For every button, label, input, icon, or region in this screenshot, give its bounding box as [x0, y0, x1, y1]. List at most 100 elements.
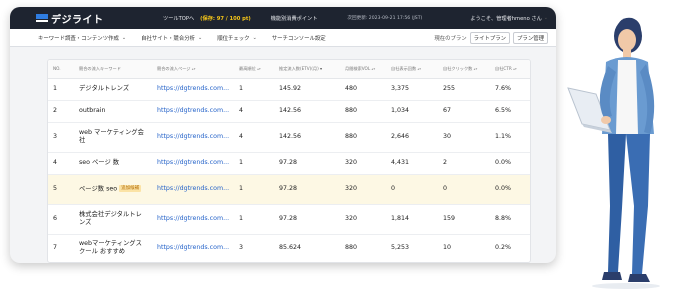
cell-ctr: 6.5%	[490, 100, 530, 123]
cell-page-link[interactable]: https://dgtrends.com...	[152, 78, 234, 101]
cell-clicks: 67	[438, 100, 490, 123]
cell-rank: 3	[234, 234, 274, 262]
cell-impressions: 0	[386, 174, 438, 205]
cell-no: 5	[48, 174, 74, 205]
menu-keyword-research[interactable]: キーワード調査・コンテンツ作成 ⌄	[38, 34, 126, 42]
app-window: デジライト ツールTOPへ (保存: 97 / 100 pt) 機能別消費ポイン…	[10, 7, 556, 263]
cell-clicks: 255	[438, 78, 490, 101]
column-header[interactable]: 競合の流入ページ ▴▾	[152, 60, 234, 79]
sort-icon[interactable]: ▴▾	[474, 67, 478, 71]
cell-clicks: 159	[438, 204, 490, 235]
cell-ctr: 7.6%	[490, 78, 530, 101]
menu-rank-check[interactable]: 順位チェック ⌄	[217, 34, 257, 42]
column-header[interactable]: 自社CTR ▴▾	[490, 60, 530, 79]
sort-icon[interactable]: ▴▾	[417, 67, 421, 71]
cell-no: 3	[48, 122, 74, 153]
plan-info: 現在のプラン ライトプラン プラン管理	[434, 31, 548, 44]
cell-impressions: 3,375	[386, 78, 438, 101]
column-header[interactable]: 最高順位 ▴▾	[234, 60, 274, 79]
menu-label: キーワード調査・コンテンツ作成	[38, 35, 119, 42]
chevron-down-icon: ⌄	[198, 34, 203, 41]
cell-rank: 1	[234, 78, 274, 101]
plan-manage-button[interactable]: プラン管理	[513, 31, 548, 44]
cell-no: 6	[48, 204, 74, 235]
person-shoes	[602, 272, 650, 282]
sort-icon[interactable]: ▴▾	[192, 67, 196, 71]
column-header[interactable]: 自社表示回数 ▴▾	[386, 60, 438, 79]
menu-label: サーチコンソール設定	[271, 35, 326, 42]
person-face	[618, 29, 636, 51]
sort-icon[interactable]: ▴▾	[372, 67, 376, 71]
menu-search-console[interactable]: サーチコンソール設定	[272, 34, 326, 42]
sort-icon[interactable]: ▴▾	[513, 67, 517, 71]
brand-logo[interactable]: デジライト	[36, 11, 154, 26]
cell-volume: 320	[340, 204, 386, 235]
cell-keyword: webマーケティングスクール おすすめ	[74, 234, 152, 262]
column-header[interactable]: 競合の流入キーワード	[74, 60, 152, 79]
person-legs	[608, 134, 650, 274]
cell-page-link[interactable]: https://dgtrends.com...	[152, 234, 234, 262]
sort-icon[interactable]: ▴▾	[257, 67, 261, 71]
table-row[interactable]: 1 デジタルトレンズ https://dgtrends.com... 1 145…	[48, 78, 530, 101]
cell-page-link[interactable]: https://dgtrends.com...	[152, 100, 234, 123]
cell-etv: 97.28	[274, 152, 340, 175]
cell-page-link[interactable]: https://dgtrends.com...	[152, 204, 234, 235]
table-row[interactable]: 6 株式会社デジタルトレンズ https://dgtrends.com... 1…	[48, 204, 530, 235]
add-candidate-badge[interactable]: 追加候補	[119, 184, 142, 192]
brand-name: デジライト	[51, 14, 104, 26]
table-row[interactable]: 4 seo ページ 数 https://dgtrends.com... 1 97…	[48, 152, 530, 175]
user-menu[interactable]: ようこそ、管理者hmeno さん ⌄	[470, 15, 548, 22]
cell-ctr: 8.8%	[490, 204, 530, 235]
cell-keyword: seo ページ 数	[74, 152, 152, 175]
cell-impressions: 2,646	[386, 122, 438, 153]
cell-ctr: 1.1%	[490, 122, 530, 153]
cell-no: 7	[48, 234, 74, 262]
sort-icon[interactable]: ▾	[320, 67, 322, 71]
cell-keyword: web マーケティング会社	[74, 122, 152, 153]
cell-rank: 1	[234, 174, 274, 205]
column-header[interactable]: 自社クリック数 ▴▾	[438, 60, 490, 79]
cell-clicks: 10	[438, 234, 490, 262]
user-greeting: ようこそ、管理者hmeno さん	[470, 15, 542, 22]
competitor-keyword-table: NO. 競合の流入キーワード 競合の流入ページ ▴▾ 最高順位 ▴▾ 推定流入数…	[48, 60, 530, 262]
cell-rank: 4	[234, 122, 274, 153]
cell-keyword: ページ数 seo 追加候補	[74, 174, 152, 205]
cell-clicks: 2	[438, 152, 490, 175]
cell-keyword: 株式会社デジタルトレンズ	[74, 204, 152, 235]
points-by-feature-link[interactable]: 機能別消費ポイント	[271, 15, 318, 22]
table-row[interactable]: 2 outbrain https://dgtrends.com... 4 142…	[48, 100, 530, 123]
cell-volume: 320	[340, 174, 386, 205]
keyword-text: ページ数 seo	[79, 185, 118, 192]
cell-volume: 880	[340, 234, 386, 262]
cell-etv: 85.624	[274, 234, 340, 262]
person-shadow	[592, 283, 660, 289]
table-header-row: NO. 競合の流入キーワード 競合の流入ページ ▴▾ 最高順位 ▴▾ 推定流入数…	[48, 60, 530, 79]
cell-page-link[interactable]: https://dgtrends.com...	[152, 152, 234, 175]
table-row[interactable]: 3 web マーケティング会社 https://dgtrends.com... …	[48, 122, 530, 153]
cell-volume: 480	[340, 78, 386, 101]
cell-impressions: 4,431	[386, 152, 438, 175]
cell-no: 4	[48, 152, 74, 175]
cell-volume: 880	[340, 122, 386, 153]
cell-etv: 145.92	[274, 78, 340, 101]
chevron-down-icon: ⌄	[121, 34, 127, 41]
chevron-down-icon: ⌄	[252, 34, 257, 41]
person-illustration	[567, 17, 660, 289]
top-bar: デジライト ツールTOPへ (保存: 97 / 100 pt) 機能別消費ポイン…	[10, 7, 556, 29]
menu-label: 自社サイト・競合分析	[141, 35, 195, 42]
menu-site-analysis[interactable]: 自社サイト・競合分析 ⌄	[141, 34, 202, 42]
cell-ctr: 0.0%	[490, 174, 530, 205]
cell-page-link[interactable]: https://dgtrends.com...	[152, 122, 234, 153]
cell-etv: 97.28	[274, 174, 340, 205]
cell-page-link[interactable]: https://dgtrends.com...	[152, 174, 234, 205]
table-row[interactable]: 5 ページ数 seo 追加候補 https://dgtrends.com... …	[48, 174, 530, 205]
tool-top-link[interactable]: ツールTOPへ	[163, 15, 194, 22]
column-header[interactable]: 推定流入数(ETV)(月) ▾	[274, 60, 340, 79]
column-header[interactable]: 月間検索VOL ▴▾	[340, 60, 386, 79]
main-menu: キーワード調査・コンテンツ作成 ⌄ 自社サイト・競合分析 ⌄ 順位チェック ⌄ …	[10, 29, 556, 47]
chevron-down-icon: ⌄	[543, 15, 548, 21]
cell-rank: 4	[234, 100, 274, 123]
point-balance: (保存: 97 / 100 pt)	[200, 15, 251, 22]
table-row[interactable]: 7 webマーケティングスクール おすすめ https://dgtrends.c…	[48, 234, 530, 262]
cell-volume: 320	[340, 152, 386, 175]
